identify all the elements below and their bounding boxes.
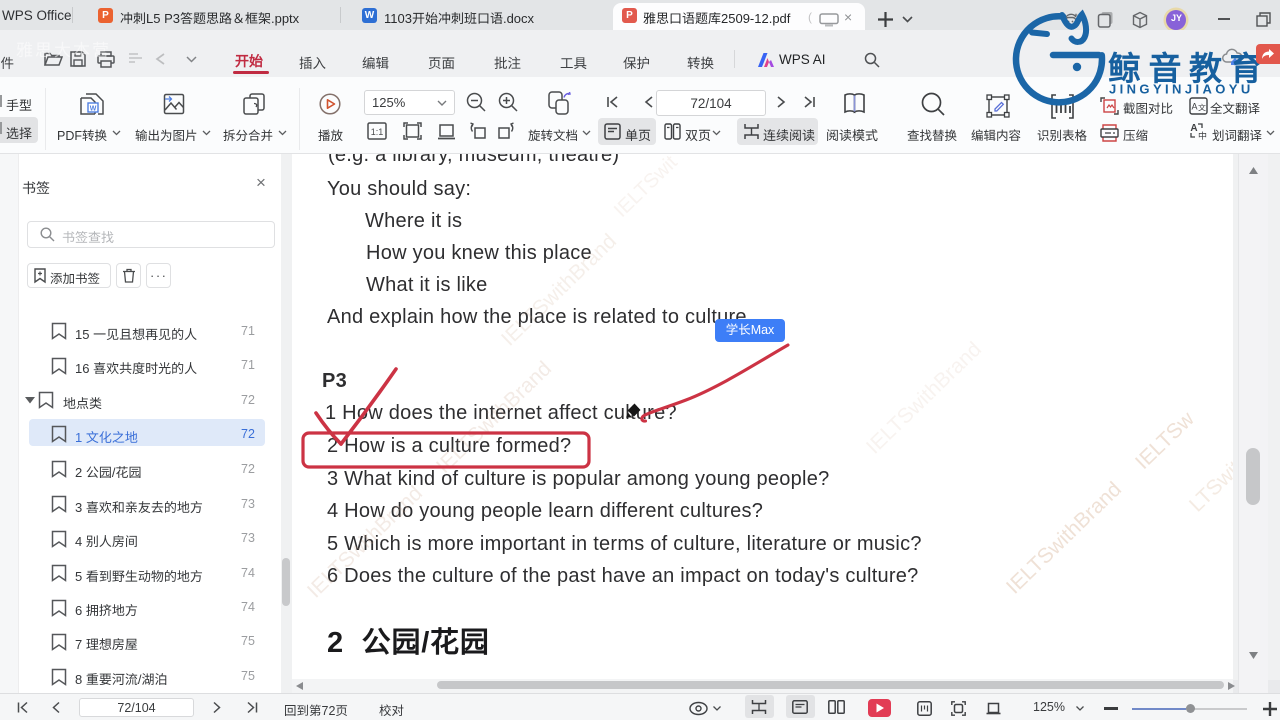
svg-text:1:1: 1:1 (371, 127, 384, 137)
svg-text:中: 中 (1198, 131, 1207, 141)
svg-text:JINGYINJIAOYU: JINGYINJIAOYU (1109, 82, 1254, 97)
svg-text:W: W (90, 106, 97, 113)
svg-text:A: A (1190, 123, 1197, 134)
